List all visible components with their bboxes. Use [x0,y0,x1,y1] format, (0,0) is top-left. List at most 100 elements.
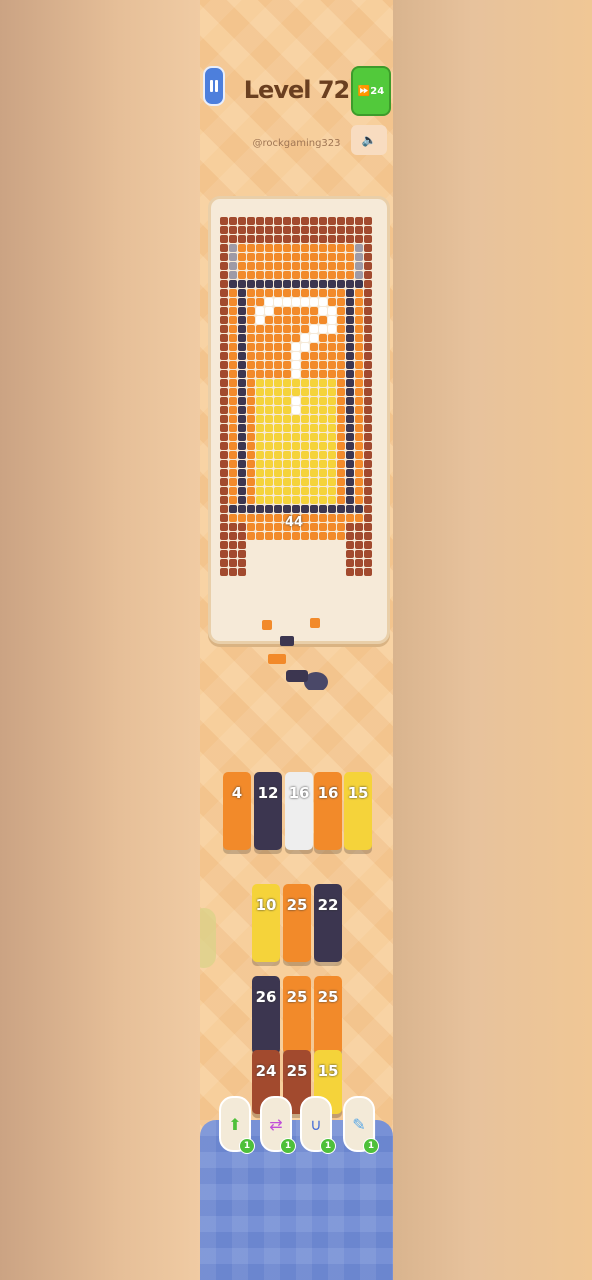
stack-column[interactable]: 25 [283,976,311,1054]
queue-slot[interactable]: 16 [314,772,342,850]
pixel-cell [238,289,246,297]
pixel-cell [364,523,372,531]
pixel-cell [247,262,255,270]
pixel-cell [301,226,309,234]
pixel-cell [337,451,345,459]
pixel-cell [364,280,372,288]
pixel-cell [247,469,255,477]
pixel-cell [247,514,255,522]
pixel-cell [229,370,237,378]
pixel-cell [238,280,246,288]
pixel-art [220,217,372,576]
booster-button[interactable]: ⬆ 1 [219,1096,255,1154]
pixel-cell [319,280,327,288]
pixel-cell [283,505,291,513]
pixel-cell [274,487,282,495]
pixel-cell [355,271,363,279]
pixel-cell [337,280,345,288]
pixel-cell [328,514,336,522]
pixel-cell [256,415,264,423]
queue-slot-count: 15 [347,784,369,802]
pixel-cell [274,226,282,234]
pixel-cell [229,523,237,531]
stack-column[interactable]: 25 [314,976,342,1054]
pixel-cell [292,460,300,468]
pixel-cell [319,262,327,270]
pixel-cell [274,352,282,360]
pixel-cell [274,244,282,252]
booster-button[interactable]: ⇄ 1 [260,1096,296,1154]
skip-level-button[interactable]: ⏩ 24 [351,66,391,116]
pixel-cell [319,361,327,369]
pixel-cell [355,370,363,378]
pixel-cell [337,271,345,279]
pixel-cell [292,244,300,252]
pixel-cell [238,496,246,504]
pixel-cell [346,388,354,396]
pixel-cell [328,370,336,378]
pixel-cell [265,352,273,360]
pixel-cell [283,352,291,360]
stack-column[interactable]: 22 [314,884,342,962]
stack-column[interactable]: 25 [283,884,311,962]
pixel-cell [292,307,300,315]
pixel-cell [283,487,291,495]
pixel-cell [238,460,246,468]
pixel-cell [310,226,318,234]
pixel-cell [256,370,264,378]
pixel-cell [238,487,246,495]
pixel-cell [292,478,300,486]
pixel-cell [310,505,318,513]
pixel-cell [283,424,291,432]
pixel-cell [265,460,273,468]
pixel-cell [247,217,255,225]
pixel-cell [337,379,345,387]
pixel-cell [265,469,273,477]
queue-slot[interactable]: 16 [285,772,313,850]
stack-count: 25 [286,988,308,1006]
pixel-cell [364,478,372,486]
pixel-cell [274,496,282,504]
pixel-cell [319,487,327,495]
pixel-cell [364,568,372,576]
pixel-cell [238,298,246,306]
pixel-cell [328,253,336,261]
pixel-cell [256,451,264,459]
pixel-cell [274,298,282,306]
pixel-cell [346,262,354,270]
pixel-cell [274,289,282,297]
pixel-cell [364,244,372,252]
pixel-cell [220,298,228,306]
pixel-cell [364,235,372,243]
pixel-cell [319,415,327,423]
pixel-cell [301,496,309,504]
pixel-cell [220,253,228,261]
pixel-cell [247,289,255,297]
queue-slot[interactable]: 4 [223,772,251,850]
pixel-cell [328,397,336,405]
stack-column[interactable]: 10 [252,884,280,962]
booster-button[interactable]: ∪ 1 [300,1096,336,1154]
pixel-cell [328,505,336,513]
booster-button[interactable]: ✎ 1 [343,1096,379,1154]
pixel-cell [247,325,255,333]
queue-slot[interactable]: 12 [254,772,282,850]
pixel-cell [256,334,264,342]
sound-toggle-button[interactable]: 🔈 [351,125,387,155]
pixel-cell [265,451,273,459]
pixel-cell [346,226,354,234]
pixel-cell [346,478,354,486]
pixel-cell [274,325,282,333]
stack-column[interactable]: 26 [252,976,280,1054]
pixel-cell [265,379,273,387]
pixel-cell [346,244,354,252]
pixel-cell [319,235,327,243]
pixel-cell [337,289,345,297]
pixel-cell [364,361,372,369]
speaker-icon: 🔈 [361,133,377,147]
pixel-cell [229,550,237,558]
pixel-cell [310,244,318,252]
queue-slot[interactable]: 15 [344,772,372,850]
pixel-cell [265,505,273,513]
pixel-cell [301,235,309,243]
